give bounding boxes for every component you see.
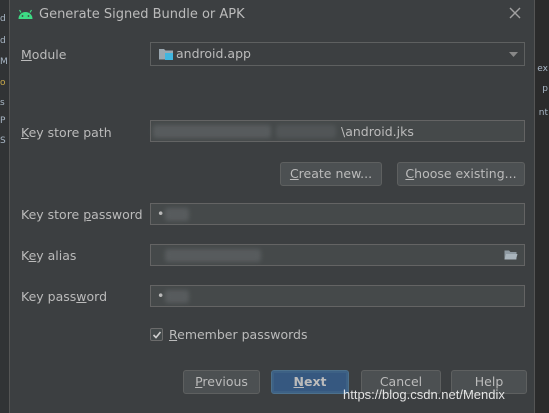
ide-text: nt xyxy=(538,108,548,118)
ide-text: S xyxy=(0,136,6,146)
watermark-text: https://blog.csdn.net/Mendix xyxy=(343,387,505,402)
ide-text: s xyxy=(0,98,5,108)
ide-text: P xyxy=(0,116,6,126)
key-store-path-value: \android.jks xyxy=(341,124,414,139)
ide-text: p xyxy=(542,84,548,94)
ide-left-gutter: d d M o s P S xyxy=(0,0,9,413)
key-password-input[interactable]: • xyxy=(150,285,525,307)
dialog-title: Generate Signed Bundle or APK xyxy=(39,7,245,22)
dialog-titlebar: Generate Signed Bundle or APK xyxy=(10,0,534,30)
module-label: Module xyxy=(21,47,67,62)
folder-open-icon[interactable] xyxy=(504,249,518,261)
module-select[interactable]: android.app xyxy=(150,42,525,66)
close-icon[interactable] xyxy=(508,6,522,20)
ide-text: o xyxy=(0,78,6,88)
key-store-password-label: Key store password xyxy=(21,207,143,222)
ide-text: d xyxy=(0,14,6,24)
key-password-value: • xyxy=(157,288,165,303)
next-button[interactable]: Next xyxy=(271,370,349,394)
generate-signed-bundle-dialog: Generate Signed Bundle or APK Module and… xyxy=(9,0,535,413)
redacted-password xyxy=(165,208,189,221)
chevron-down-icon xyxy=(509,52,518,57)
ide-text: M xyxy=(0,57,8,67)
remember-passwords-checkbox[interactable] xyxy=(150,328,163,341)
key-store-path-label: Key store path xyxy=(21,125,112,140)
ide-right-panel: ex p nt xyxy=(535,0,549,413)
key-alias-input[interactable] xyxy=(150,244,525,266)
previous-button[interactable]: Previous xyxy=(183,370,260,394)
module-folder-icon xyxy=(159,49,173,60)
android-icon xyxy=(18,9,33,19)
redacted-alias xyxy=(165,249,261,262)
choose-existing-button[interactable]: Choose existing... xyxy=(397,162,525,186)
checkmark-icon xyxy=(152,331,162,339)
remember-passwords-label[interactable]: Remember passwords xyxy=(169,327,307,342)
key-store-password-input[interactable]: • xyxy=(150,203,525,225)
redacted-password xyxy=(165,290,189,303)
key-store-password-value: • xyxy=(157,206,165,221)
redacted-path xyxy=(276,125,336,138)
module-value: android.app xyxy=(176,46,251,61)
create-new-button[interactable]: Create new... xyxy=(280,162,382,186)
key-store-path-input[interactable]: \android.jks xyxy=(150,120,525,142)
key-password-label: Key password xyxy=(21,289,108,304)
redacted-path xyxy=(153,125,271,138)
ide-text: ex xyxy=(537,64,548,74)
key-alias-label: Key alias xyxy=(21,248,77,263)
ide-text: d xyxy=(0,36,6,46)
